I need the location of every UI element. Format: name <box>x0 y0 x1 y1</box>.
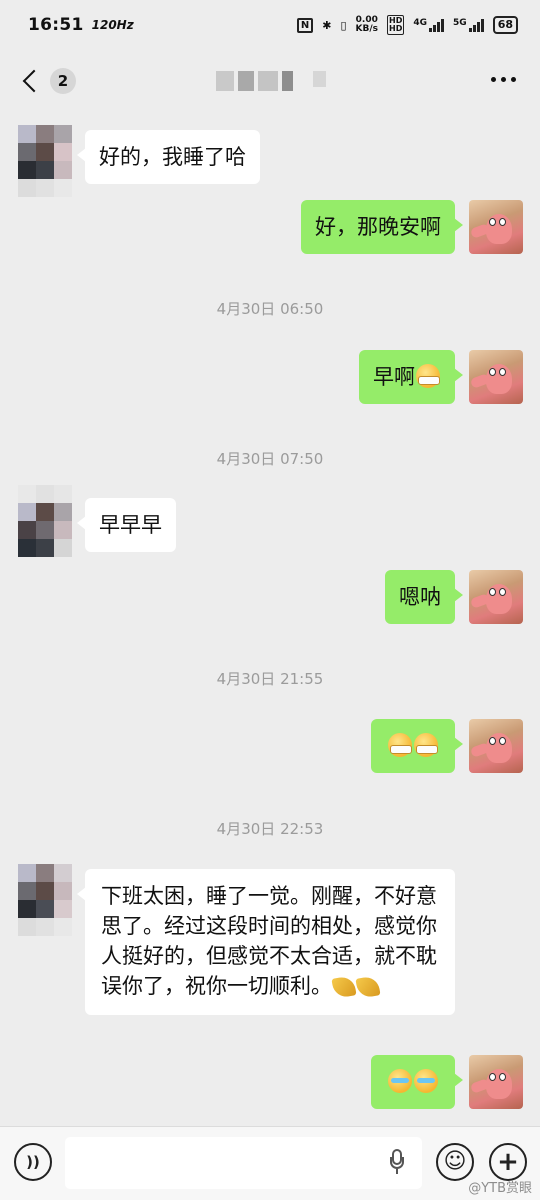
status-time: 16:51 <box>28 15 84 35</box>
message-bubble[interactable] <box>371 719 463 773</box>
message-bubble[interactable]: 下班太困，睡了一觉。刚醒，不好意思了。经过这段时间的相处，感觉你人挺好的，但感觉… <box>77 869 455 1015</box>
bluetooth-icon: ✱ <box>322 18 332 32</box>
message-bubble[interactable]: 好的，我睡了哈 <box>77 130 260 184</box>
laugh-tears-emoji-icon <box>414 1069 438 1093</box>
pray-emoji-icon <box>331 975 357 999</box>
avatar[interactable] <box>18 485 72 557</box>
avatar[interactable] <box>18 864 72 936</box>
more-button[interactable] <box>491 77 516 82</box>
signal-1: 4G <box>413 18 445 32</box>
nfc-icon: N <box>296 17 314 33</box>
hd-icon: HD HD <box>387 15 405 35</box>
timestamp: 4月30日 21:55 <box>216 670 324 688</box>
avatar[interactable] <box>469 719 523 773</box>
message-bubble[interactable]: 早早早 <box>77 498 176 552</box>
message-text: 下班太困，睡了一觉。刚醒，不好意思了。经过这段时间的相处，感觉你人挺好的，但感觉… <box>101 884 437 998</box>
input-bar: )) ☺ + @YTB赏眼 <box>0 1126 540 1200</box>
timestamp: 4月30日 06:50 <box>216 300 324 318</box>
network-type-1: 4G <box>413 18 428 28</box>
mic-icon[interactable] <box>390 1149 404 1175</box>
message-bubble[interactable]: 好，那晚安啊 <box>301 200 463 254</box>
refresh-rate: 120Hz <box>91 18 134 32</box>
message-bubble[interactable] <box>371 1055 463 1109</box>
emoji-icon: ☺ <box>443 1149 467 1174</box>
battery-level: 68 <box>492 16 518 34</box>
plus-icon: + <box>497 1147 519 1177</box>
net-speed-unit: KB/s <box>355 24 379 34</box>
pray-emoji-icon <box>355 975 381 999</box>
mask-emoji-icon <box>416 364 440 388</box>
vibrate-icon: ▯ <box>340 18 347 32</box>
laugh-tears-emoji-icon <box>388 1069 412 1093</box>
message-input[interactable] <box>65 1137 422 1189</box>
voice-icon: )) <box>26 1153 40 1171</box>
back-button[interactable]: 2 <box>18 68 76 94</box>
status-icons: N ✱ ▯ 0.00 KB/s HD HD 4G 5G 68 <box>296 15 518 35</box>
unread-count-badge: 2 <box>50 68 76 94</box>
emoji-button[interactable]: ☺ <box>436 1143 474 1181</box>
chat-title-blurred <box>216 71 326 91</box>
back-chevron-icon <box>22 69 46 93</box>
network-type-2: 5G <box>453 18 467 28</box>
avatar[interactable] <box>469 350 523 404</box>
chat-header: 2 <box>0 50 540 112</box>
message-text: 早啊 <box>373 365 415 389</box>
avatar[interactable] <box>469 1055 523 1109</box>
timestamp: 4月30日 07:50 <box>216 450 324 468</box>
watermark: @YTB赏眼 <box>468 1181 532 1196</box>
plus-button[interactable]: + <box>489 1143 527 1181</box>
timestamp: 4月30日 22:53 <box>216 820 324 838</box>
avatar[interactable] <box>469 570 523 624</box>
net-speed: 0.00 KB/s <box>356 16 378 34</box>
message-bubble[interactable]: 早啊 <box>359 350 463 404</box>
mask-emoji-icon <box>414 733 438 757</box>
status-bar: 16:51 120Hz N ✱ ▯ 0.00 KB/s HD HD 4G 5G 6… <box>0 0 540 50</box>
voice-button[interactable]: )) <box>14 1143 52 1181</box>
signal-2: 5G <box>453 18 484 32</box>
more-icon <box>491 77 496 82</box>
message-bubble[interactable]: 嗯呐 <box>385 570 463 624</box>
avatar[interactable] <box>469 200 523 254</box>
mask-emoji-icon <box>388 733 412 757</box>
avatar[interactable] <box>18 125 72 197</box>
